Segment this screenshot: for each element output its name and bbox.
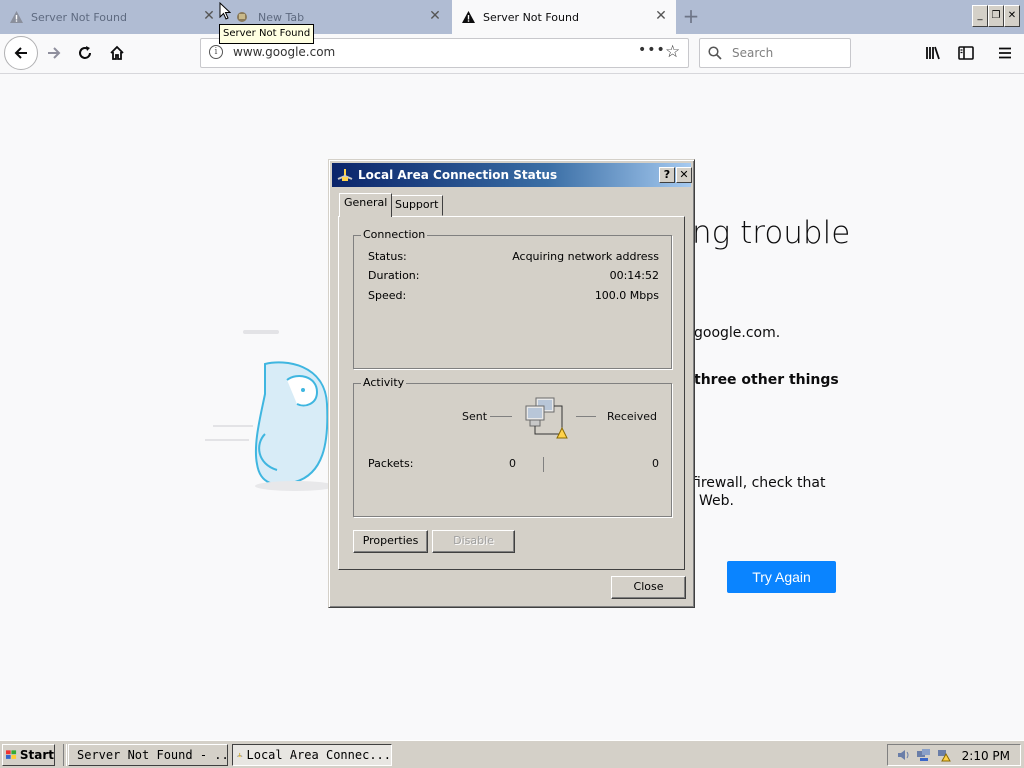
speed-value: 100.0 Mbps — [594, 289, 659, 302]
dialog-title: Local Area Connection Status — [358, 168, 558, 182]
page-actions-menu-icon[interactable]: ••• — [638, 42, 666, 58]
activity-groupbox: Activity Sent Received Packets: 0 0 — [353, 376, 672, 517]
disable-button[interactable]: Disable — [432, 530, 515, 553]
browser-tab-server-not-found-active[interactable]: Server Not Found ✕ — [452, 0, 676, 34]
try-again-button[interactable]: Try Again — [727, 561, 836, 593]
close-tab-icon[interactable]: ✕ — [428, 9, 442, 23]
search-bar[interactable]: Search — [699, 38, 851, 68]
warning-icon — [462, 11, 475, 23]
firefox-icon — [237, 12, 247, 22]
received-line — [576, 416, 596, 417]
tab-title: New Tab — [258, 10, 305, 24]
error-title: ng trouble — [692, 215, 851, 251]
clock[interactable]: 2:10 PM — [962, 749, 1010, 763]
browser-tab-server-not-found-1[interactable]: Server Not Found ✕ — [0, 0, 224, 34]
close-tab-icon[interactable]: ✕ — [202, 9, 216, 23]
network-connection-icon — [237, 752, 243, 758]
activity-legend: Activity — [361, 376, 407, 389]
taskbar-separator — [63, 744, 67, 766]
warning-icon — [10, 11, 23, 23]
back-button[interactable] — [4, 36, 38, 70]
sent-label: Sent — [462, 410, 488, 423]
close-tab-icon[interactable]: ✕ — [654, 9, 668, 23]
network-computers-icon — [525, 397, 568, 439]
status-value: Acquiring network address — [512, 250, 659, 263]
sent-line — [490, 416, 512, 417]
connection-status-dialog: Local Area Connection Status ? ✕ General… — [328, 159, 695, 608]
bookmark-star-icon[interactable]: ☆ — [665, 42, 680, 62]
packets-sent-value: 0 — [509, 457, 516, 470]
speed-label: Speed: — [368, 289, 407, 302]
packets-received-value: 0 — [652, 457, 659, 470]
forward-button[interactable] — [39, 38, 69, 68]
tab-support[interactable]: Support — [390, 195, 444, 216]
tab-title: Server Not Found — [31, 10, 127, 24]
start-button[interactable]: Start — [2, 744, 55, 766]
search-icon — [708, 46, 722, 60]
duration-value: 00:14:52 — [609, 269, 659, 282]
help-button[interactable]: ? — [659, 167, 675, 183]
received-label: Received — [606, 410, 657, 423]
restore-window-button[interactable]: ❐ — [988, 5, 1004, 27]
url-text[interactable]: www.google.com — [233, 45, 335, 59]
info-icon[interactable]: i — [209, 45, 223, 59]
network-status-tray-icon[interactable] — [936, 748, 952, 762]
taskbar: Start Server Not Found - ... Local Area … — [0, 740, 1024, 768]
library-button[interactable] — [919, 38, 949, 68]
home-icon — [110, 45, 124, 60]
network-connection-icon — [337, 169, 353, 181]
search-placeholder: Search — [732, 46, 774, 60]
tab-general[interactable]: General — [339, 193, 393, 217]
network-tray-icon[interactable] — [916, 748, 932, 762]
close-window-button[interactable]: ✕ — [1004, 5, 1020, 27]
duration-label: Duration: — [368, 269, 420, 282]
system-tray: 2:10 PM — [887, 744, 1021, 766]
tab-title: Server Not Found — [483, 10, 579, 24]
home-button[interactable] — [102, 38, 132, 68]
status-label: Status: — [368, 250, 407, 263]
reload-button[interactable] — [70, 38, 100, 68]
arrow-left-icon — [14, 47, 27, 59]
dialog-close-icon-button[interactable]: ✕ — [676, 167, 692, 183]
error-suggestions-heading: three other things — [694, 372, 839, 388]
general-tab-panel: Connection Status: Acquiring network add… — [338, 216, 685, 570]
library-icon — [926, 46, 940, 60]
mouse-cursor-icon — [219, 2, 231, 20]
packets-label: Packets: — [368, 457, 414, 470]
taskbar-item-label: Local Area Connec... — [246, 748, 392, 762]
minimize-window-button[interactable]: _ — [972, 5, 988, 27]
tab-strip: Server Not Found ✕ New Tab ✕ Server Not … — [0, 0, 1024, 34]
hamburger-icon — [999, 47, 1011, 59]
speaker-icon[interactable] — [896, 748, 910, 762]
arrow-right-icon — [48, 47, 61, 59]
taskbar-item-firefox[interactable]: Server Not Found - ... — [68, 744, 228, 766]
tab-tooltip: Server Not Found — [219, 24, 315, 44]
connection-groupbox: Connection Status: Acquiring network add… — [353, 228, 672, 369]
reload-icon — [79, 46, 91, 59]
dialog-titlebar[interactable]: Local Area Connection Status ? ✕ — [332, 163, 692, 187]
error-suggestion-text: firewall, check that — [692, 475, 826, 491]
windows-logo-icon — [6, 750, 17, 759]
error-illustration — [205, 330, 335, 491]
sidebar-button[interactable] — [951, 38, 981, 68]
connection-legend: Connection — [361, 228, 428, 241]
start-label: Start — [19, 748, 54, 762]
navigation-toolbar: i www.google.com ••• ☆ Search — [0, 34, 1024, 74]
error-suggestion-text: Web. — [699, 493, 734, 509]
taskbar-item-local-area-connection[interactable]: Local Area Connec... — [232, 744, 392, 766]
taskbar-item-label: Server Not Found - ... — [77, 748, 228, 762]
close-button[interactable]: Close — [611, 576, 686, 599]
packets-divider — [543, 457, 544, 472]
new-tab-button[interactable]: + — [678, 4, 704, 30]
sidebar-icon — [958, 46, 974, 60]
properties-button[interactable]: Properties — [353, 530, 428, 553]
error-description: google.com. — [694, 325, 781, 341]
hamburger-menu-button[interactable] — [990, 38, 1020, 68]
